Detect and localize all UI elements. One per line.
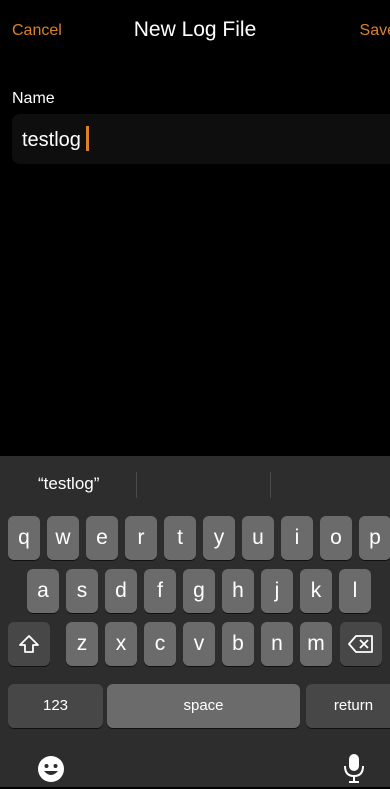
key-v[interactable]: v	[183, 622, 215, 666]
key-b[interactable]: b	[222, 622, 254, 666]
key-g[interactable]: g	[183, 569, 215, 613]
key-u[interactable]: u	[242, 516, 274, 560]
name-field-label: Name	[12, 90, 55, 107]
key-s[interactable]: s	[66, 569, 98, 613]
key-m[interactable]: m	[300, 622, 332, 666]
key-f[interactable]: f	[144, 569, 176, 613]
key-i[interactable]: i	[281, 516, 313, 560]
key-c[interactable]: c	[144, 622, 176, 666]
emoji-icon	[38, 756, 64, 782]
numbers-key[interactable]: 123	[8, 684, 103, 728]
key-e[interactable]: e	[86, 516, 118, 560]
key-j[interactable]: j	[261, 569, 293, 613]
key-y[interactable]: y	[203, 516, 235, 560]
delete-key[interactable]	[340, 622, 382, 666]
text-cursor	[86, 126, 89, 151]
suggestion-divider	[136, 472, 137, 498]
page-title: New Log File	[133, 18, 257, 41]
keyboard: “testlog” qwertyuiop asdfghjkl zxcvbnm 1…	[0, 456, 390, 787]
key-p[interactable]: p	[359, 516, 390, 560]
name-field[interactable]: testlog	[12, 114, 390, 164]
save-button[interactable]: Save	[360, 22, 390, 40]
delete-icon	[348, 635, 373, 653]
key-r[interactable]: r	[125, 516, 157, 560]
space-key[interactable]: space	[107, 684, 300, 728]
suggestion-bar: “testlog”	[0, 456, 390, 512]
dictation-button[interactable]	[342, 752, 366, 789]
key-t[interactable]: t	[164, 516, 196, 560]
emoji-button[interactable]	[36, 754, 66, 789]
key-o[interactable]: o	[320, 516, 352, 560]
key-w[interactable]: w	[47, 516, 79, 560]
return-key[interactable]: return	[306, 684, 390, 728]
navigation-bar: Cancel New Log File Save	[0, 0, 390, 62]
shift-key[interactable]	[8, 622, 50, 666]
key-h[interactable]: h	[222, 569, 254, 613]
microphone-icon	[344, 754, 364, 783]
key-x[interactable]: x	[105, 622, 137, 666]
suggestion-item[interactable]: “testlog”	[38, 474, 99, 494]
key-l[interactable]: l	[339, 569, 371, 613]
key-d[interactable]: d	[105, 569, 137, 613]
key-n[interactable]: n	[261, 622, 293, 666]
key-k[interactable]: k	[300, 569, 332, 613]
key-a[interactable]: a	[27, 569, 59, 613]
name-field-value: testlog	[22, 129, 81, 151]
key-z[interactable]: z	[66, 622, 98, 666]
shift-icon	[19, 635, 39, 653]
suggestion-divider	[270, 472, 271, 498]
key-q[interactable]: q	[8, 516, 40, 560]
